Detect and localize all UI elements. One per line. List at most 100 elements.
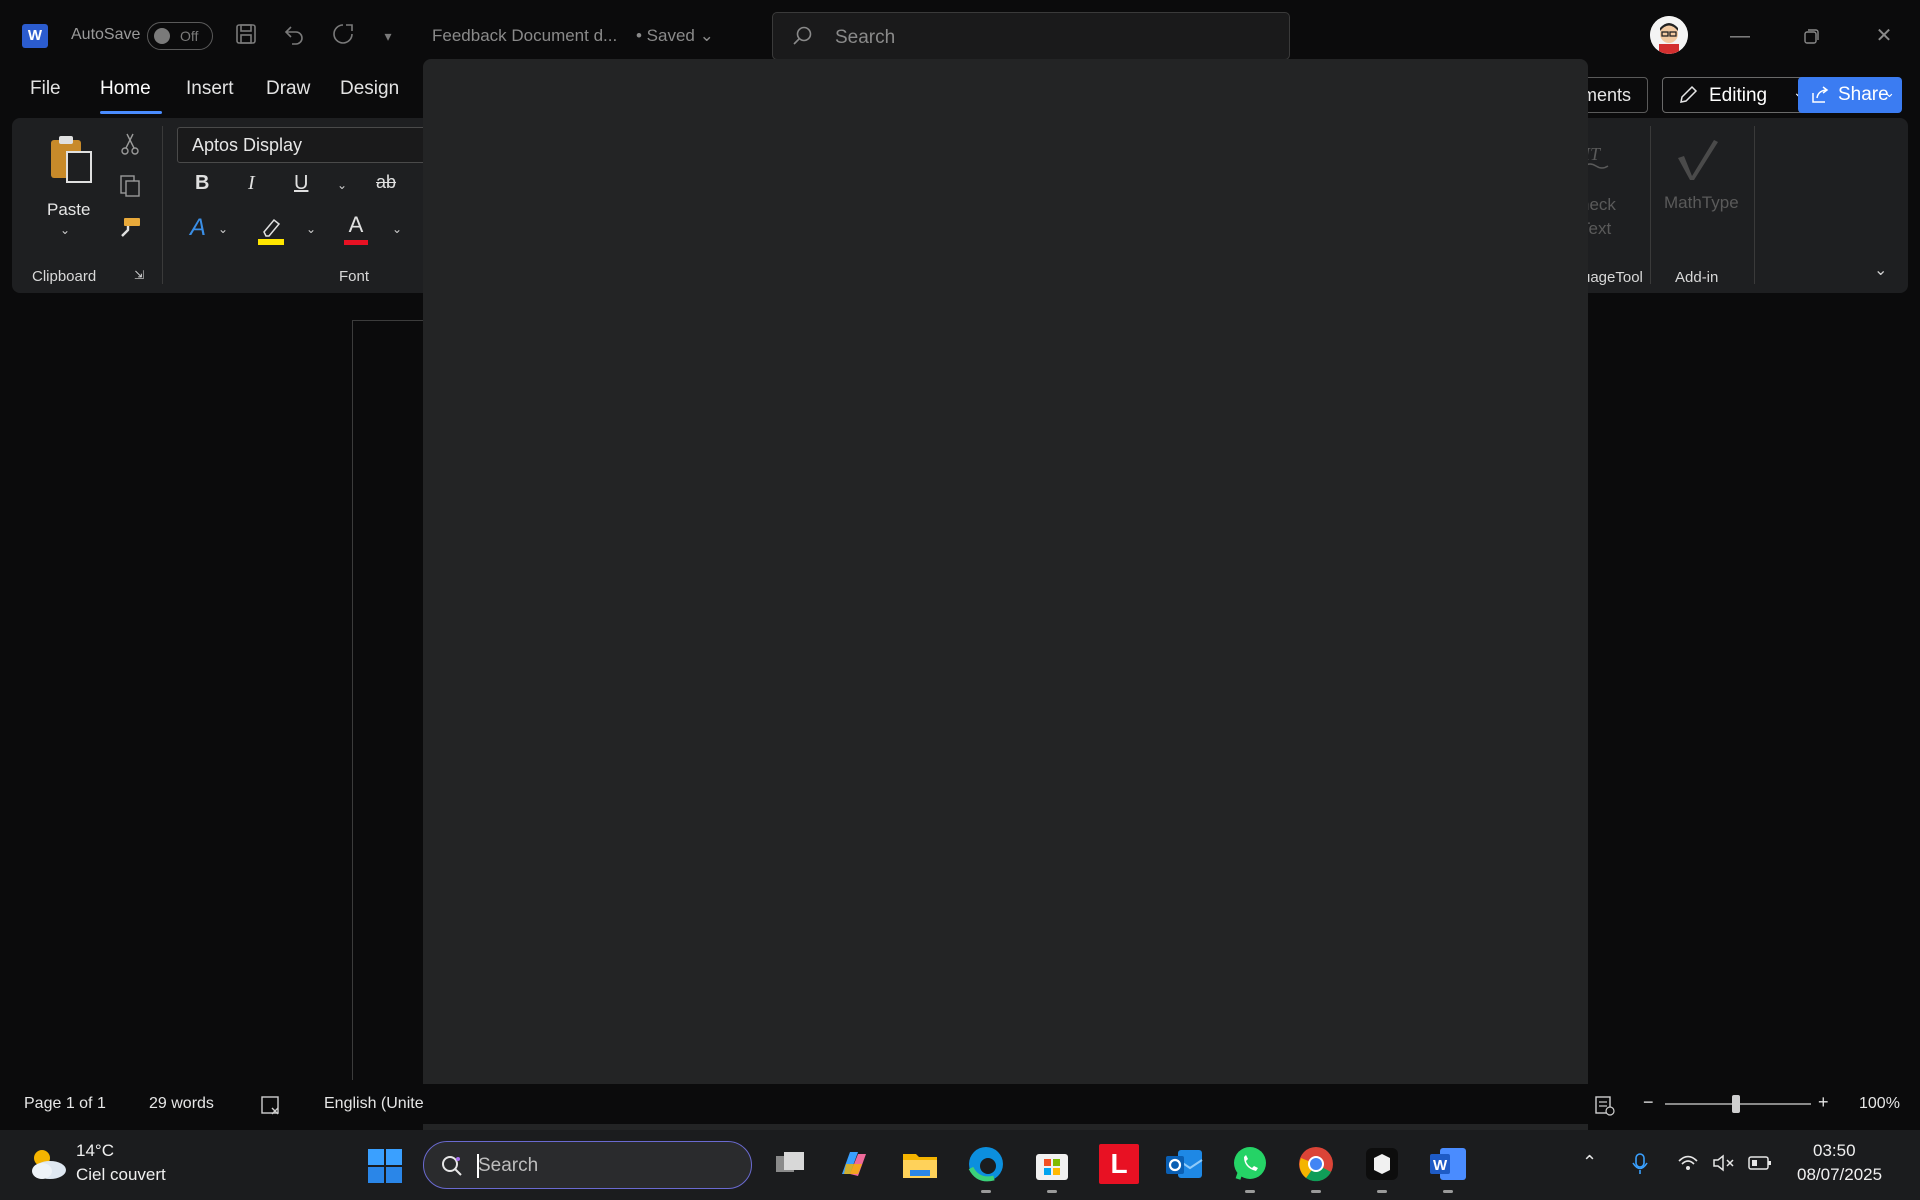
paste-chevron-icon[interactable]: ⌄ <box>60 223 70 237</box>
volume-muted-icon[interactable] <box>1712 1153 1736 1173</box>
toggle-knob <box>154 28 170 44</box>
undo-icon[interactable] <box>280 22 308 50</box>
avatar[interactable] <box>1650 16 1688 54</box>
underline-chevron-icon[interactable]: ⌄ <box>337 178 347 192</box>
box-app-running-indicator <box>1377 1190 1387 1193</box>
status-bar: Page 1 of 1 29 words English (United − +… <box>0 1084 1920 1124</box>
page-count[interactable]: Page 1 of 1 <box>24 1095 106 1113</box>
word-running-indicator <box>1443 1190 1453 1193</box>
save-icon[interactable] <box>232 22 260 50</box>
share-button[interactable]: Share ⌄ <box>1798 77 1902 113</box>
tab-file[interactable]: File <box>30 78 61 100</box>
windows-start-icon[interactable] <box>367 1148 403 1184</box>
dialog-launcher-icon[interactable]: ⇲ <box>134 268 144 282</box>
cloudy-weather-icon[interactable] <box>26 1144 70 1184</box>
mathtype-icon[interactable] <box>1670 136 1726 182</box>
mathtype-label[interactable]: MathType <box>1664 193 1739 213</box>
document-page[interactable] <box>352 320 432 1080</box>
format-painter-icon[interactable] <box>116 214 144 242</box>
autosave-label: AutoSave <box>71 26 141 43</box>
collapse-ribbon-icon[interactable]: ⌄ <box>1874 260 1887 280</box>
autosave-state: Off <box>180 28 199 44</box>
paste-icon[interactable] <box>47 134 95 184</box>
taskbar-search-box[interactable]: Search <box>423 1141 752 1189</box>
minimize-icon[interactable]: — <box>1722 20 1758 52</box>
tab-draw[interactable]: Draw <box>266 78 310 100</box>
copy-icon[interactable] <box>116 172 144 200</box>
redo-icon[interactable] <box>329 22 357 50</box>
group-separator <box>1754 126 1755 284</box>
proofing-icon[interactable] <box>260 1094 282 1116</box>
language-indicator[interactable]: English (United <box>324 1095 424 1113</box>
chevron-down-icon: ⌄ <box>1884 85 1895 100</box>
underline-button[interactable]: U <box>294 172 308 195</box>
addin-group-label: Add-in <box>1675 269 1719 286</box>
clipboard-group-label: Clipboard <box>32 268 97 285</box>
close-icon[interactable]: ✕ <box>1866 20 1902 52</box>
zoom-slider-thumb[interactable] <box>1732 1095 1740 1113</box>
whatsapp-icon[interactable] <box>1230 1144 1270 1184</box>
font-color-chevron-icon[interactable]: ⌄ <box>392 222 402 236</box>
restore-icon[interactable] <box>1794 20 1830 52</box>
bold-button[interactable]: B <box>195 172 209 195</box>
share-label: Share <box>1838 84 1889 105</box>
search-icon <box>793 26 812 45</box>
copilot-icon[interactable] <box>834 1144 874 1184</box>
languagetool-group-label: uageTool <box>1582 269 1643 286</box>
autosave-toggle[interactable]: Off <box>147 22 213 50</box>
svg-text:W: W <box>1433 1157 1448 1174</box>
tab-insert[interactable]: Insert <box>186 78 234 100</box>
chrome-running-indicator <box>1311 1190 1321 1193</box>
check-text-icon[interactable]: IT <box>1582 140 1622 170</box>
font-color-button[interactable]: A <box>342 212 370 248</box>
document-title[interactable]: Feedback Document d... <box>432 26 617 46</box>
microsoft-store-icon[interactable] <box>1032 1144 1072 1184</box>
word-icon[interactable]: W <box>1428 1144 1468 1184</box>
file-explorer-icon[interactable] <box>900 1144 940 1184</box>
highlight-chevron-icon[interactable]: ⌄ <box>306 222 316 236</box>
top-search-box[interactable]: Search <box>772 12 1290 60</box>
clock-date[interactable]: 08/07/2025 <box>1797 1165 1882 1185</box>
zoom-in-button[interactable]: + <box>1818 1092 1829 1113</box>
tab-design[interactable]: Design <box>340 78 399 100</box>
word-logo-icon: W <box>22 24 48 48</box>
l-app-icon[interactable]: L <box>1099 1144 1139 1184</box>
italic-button[interactable]: I <box>248 172 255 195</box>
whatsapp-running-indicator <box>1245 1190 1255 1193</box>
search-placeholder: Search <box>835 27 896 48</box>
zoom-level[interactable]: 100% <box>1859 1095 1900 1113</box>
weather-description[interactable]: Ciel couvert <box>76 1165 166 1185</box>
saved-status-text: • Saved <box>636 26 695 45</box>
cut-icon[interactable] <box>116 130 144 158</box>
text-effects-chevron-icon[interactable]: ⌄ <box>218 222 228 236</box>
font-group-label: Font <box>339 268 370 285</box>
clock-time[interactable]: 03:50 <box>1813 1141 1856 1161</box>
taskbar-search-placeholder: Search <box>478 1155 539 1176</box>
overlay-panel[interactable] <box>423 59 1588 1130</box>
zoom-out-button[interactable]: − <box>1643 1092 1654 1113</box>
chrome-icon[interactable] <box>1296 1144 1336 1184</box>
battery-icon[interactable] <box>1748 1154 1772 1172</box>
group-separator <box>1650 126 1651 284</box>
microphone-icon[interactable] <box>1632 1152 1648 1176</box>
edge-icon[interactable] <box>966 1144 1006 1184</box>
font-name-box[interactable]: Aptos Display <box>177 127 437 163</box>
outlook-icon[interactable] <box>1164 1144 1204 1184</box>
paste-label[interactable]: Paste <box>47 200 90 220</box>
saved-status[interactable]: • Saved ⌄ <box>636 26 714 46</box>
tab-home[interactable]: Home <box>100 78 151 100</box>
box-app-icon[interactable] <box>1362 1144 1402 1184</box>
weather-temperature[interactable]: 14°C <box>76 1141 114 1161</box>
highlighter-icon <box>258 218 284 245</box>
customize-qat-icon[interactable]: ▾ <box>374 22 402 50</box>
text-effects-button[interactable]: A <box>190 214 206 242</box>
highlight-button[interactable] <box>256 216 286 246</box>
chevron-up-icon[interactable]: ⌃ <box>1582 1152 1597 1173</box>
word-count[interactable]: 29 words <box>149 1095 214 1113</box>
focus-view-icon[interactable] <box>1593 1094 1615 1116</box>
strikethrough-button[interactable]: ab <box>376 172 396 193</box>
editing-button[interactable]: Editing ⌄ <box>1662 77 1818 113</box>
task-view-icon[interactable] <box>770 1144 810 1184</box>
wifi-icon[interactable] <box>1677 1153 1699 1173</box>
taskbar: 14°C Ciel couvert Search L W ⌃ 03:50 08/… <box>0 1130 1920 1200</box>
